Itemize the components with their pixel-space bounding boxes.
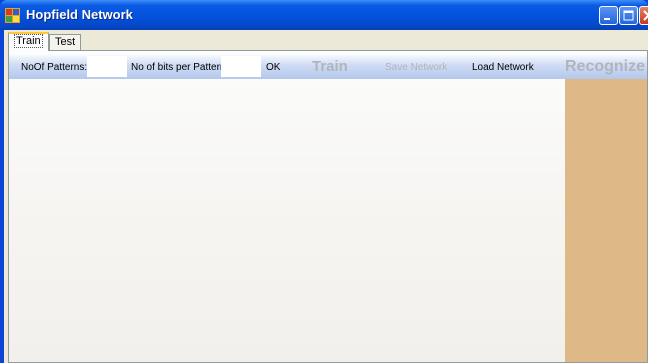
minimize-icon bbox=[604, 18, 610, 20]
tab-train[interactable]: Train bbox=[8, 32, 49, 51]
minimize-button[interactable] bbox=[599, 6, 618, 25]
patterns-label: NoOf Patterns: bbox=[21, 62, 88, 73]
title-bar[interactable]: Hopfield Network bbox=[0, 0, 648, 30]
output-panel bbox=[565, 79, 647, 362]
client-area: Train Test NoOf Patterns: No of bits per… bbox=[4, 30, 648, 363]
train-toolbar: NoOf Patterns: No of bits per Pattern OK… bbox=[9, 53, 647, 79]
close-icon bbox=[643, 10, 648, 21]
maximize-icon bbox=[623, 10, 634, 21]
close-button[interactable] bbox=[639, 6, 648, 25]
save-network-button[interactable]: Save Network bbox=[385, 62, 447, 73]
maximize-button[interactable] bbox=[619, 6, 638, 25]
app-window: Hopfield Network Train Test NoOf Pattern… bbox=[0, 0, 648, 363]
load-network-button[interactable]: Load Network bbox=[472, 62, 534, 73]
app-icon[interactable] bbox=[5, 8, 20, 23]
tab-test-label: Test bbox=[55, 36, 76, 48]
train-tab-panel: NoOf Patterns: No of bits per Pattern OK… bbox=[8, 50, 648, 363]
recognize-button[interactable]: Recognize bbox=[565, 58, 645, 76]
bits-label: No of bits per Pattern bbox=[131, 62, 226, 73]
tab-train-label: Train bbox=[14, 34, 43, 48]
pattern-canvas[interactable] bbox=[9, 79, 565, 362]
window-title: Hopfield Network bbox=[26, 7, 133, 22]
train-button[interactable]: Train bbox=[312, 58, 348, 75]
tab-strip: Train Test bbox=[4, 30, 648, 51]
tab-test[interactable]: Test bbox=[49, 34, 82, 50]
bits-input[interactable] bbox=[221, 56, 261, 77]
ok-button[interactable]: OK bbox=[266, 62, 280, 73]
patterns-input[interactable] bbox=[87, 56, 127, 77]
